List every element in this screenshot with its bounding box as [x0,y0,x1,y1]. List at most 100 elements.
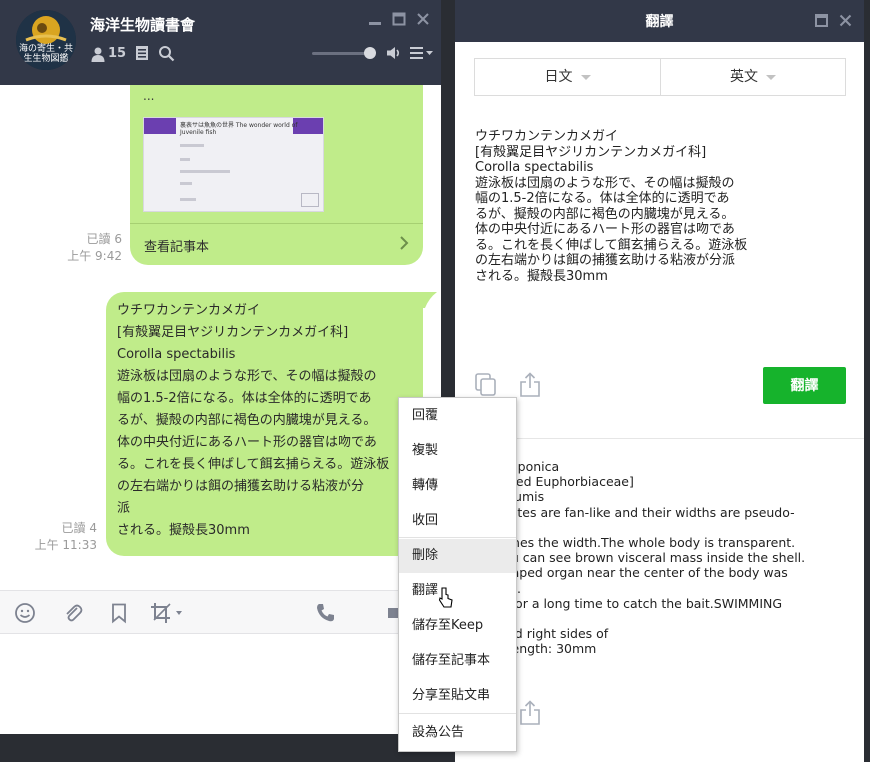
source-text-area[interactable]: ウチワカンテンカメガイ [有殻翼足目ヤジリカンテンカメガイ科] Corolla sp… [475,129,835,284]
text-message-bubble[interactable]: ウチワカンテンカメガイ [有殻翼足目ヤジリカンテンカメガイ科] Corolla sp… [106,292,423,556]
chat-toolbar [0,590,441,634]
chat-header: 海の寄生・共生生物図鑑 海洋生物讀書會 15 [0,0,441,85]
shared-note-bubble[interactable]: ... 裏表サは魚魚の世界 The wonder world of Juveni… [130,85,423,265]
context-menu-item[interactable]: 複製 [399,434,516,468]
attachment-icon[interactable] [62,602,84,624]
message-line: ウチワカンテンカメガイ [117,303,261,318]
message-list[interactable]: ... 裏表サは魚魚の世界 The wonder world of Juveni… [0,85,441,590]
context-menu-item[interactable]: 回覆 [399,399,516,433]
source-text-line: ウチワカンテンカメガイ [475,129,619,144]
card-text-line [180,182,192,185]
context-menu-separator [399,537,516,538]
source-text-line: Corolla spectabilis [475,160,594,175]
context-menu-item[interactable]: 轉傳 [399,469,516,503]
message-line: の左右端かりは餌の捕獲玄助ける粘液が分 [117,479,365,494]
translated-text-line: er, you can see brown visceral mass insi… [475,550,806,566]
avatar-caption: 海の寄生・共生生物図鑑 [18,44,73,64]
card-text-line [180,170,230,173]
volume-thumb[interactable] [364,47,376,59]
message-line: るが、擬殻の内部に褐色の内臓塊が見える。 [117,413,377,428]
notes-icon[interactable] [134,45,150,61]
context-menu-item[interactable]: 收回 [399,504,516,538]
translated-text-line: tus nipponica [475,459,560,474]
source-text-line: るが、擬殻の内部に褐色の内臓塊が見える。 [475,206,735,222]
chevron-down-icon [580,74,591,80]
context-menu-item[interactable]: 設為公告 [399,716,516,750]
volume-track [312,52,372,55]
message-line: される。擬殻長30mm [117,523,250,538]
translate-button[interactable]: 翻譯 [763,367,846,404]
message-meta: 已讀 4 上午 11:33 [15,520,97,554]
card-image-placeholder [301,193,319,207]
card-divider [130,223,423,224]
close-icon[interactable] [839,14,852,27]
translated-text-line: art-shaped organ near the center of the … [475,565,788,581]
menu-icon[interactable] [410,46,434,60]
group-avatar[interactable]: 海の寄生・共生生物図鑑 [16,10,76,70]
source-text-line: の左右端かりは餌の捕獲玄助ける粘液が分派 [475,253,736,268]
read-status: 已讀 4 [61,521,97,535]
context-menu-item[interactable]: 儲存至Keep [399,609,516,643]
target-language-label: 英文 [730,69,758,85]
translated-text-line: spectrumis [475,489,855,504]
message-line: Corolla spectabilis [117,347,236,362]
volume-slider[interactable] [312,47,376,59]
chat-title: 海洋生物讀書會 [90,16,196,34]
message-line: 遊泳板は団扇のような形で、その幅は擬殻の [117,369,377,384]
context-menu-item[interactable]: 翻譯 [399,574,516,608]
copy-icon[interactable] [475,373,497,397]
source-text-line: される。擬殻長30mm [475,268,608,284]
emoji-icon[interactable] [14,602,36,624]
message-line: る。これを長く伸ばして餌玄捕らえる。遊泳板 [117,457,390,472]
source-language-dropdown[interactable]: 日文 [475,59,660,95]
card-text-line [180,144,204,147]
chat-window: 海の寄生・共生生物図鑑 海洋生物讀書會 15 ... 裏表サは魚魚の世界 The… [0,0,441,734]
source-text-line: る。これを長く伸ばして餌玄捕らえる。遊泳板 [475,237,748,253]
context-menu-item[interactable]: 分享至貼文串 [399,679,516,713]
message-text: ウチワカンテンカメガイ [有殻翼足目ヤジリカンテンカメガイ科] Corolla sp… [117,300,407,542]
note-preview-card[interactable]: 裏表サは魚魚の世界 The wonder world of Juvenile f… [143,117,324,212]
translated-text-line: t this for a long time to catch the bait… [475,595,783,611]
source-text-line: 体の中央付近にあるハート形の器官は吻であ [475,222,735,237]
card-text-line [180,198,196,201]
search-icon[interactable] [158,45,175,62]
close-icon[interactable] [416,12,430,26]
target-language-dropdown[interactable]: 英文 [660,59,845,95]
translated-text-line: left and right sides of [475,626,609,642]
translated-text-area[interactable]: tus nipponicac-winged Euphorbiaceae]spec… [475,459,855,657]
message-line: 幅の1.5-2倍になる。体は全体的に透明であ [117,391,372,406]
translated-text-line: mosed. [475,581,855,596]
screenshot-crop-icon[interactable] [150,602,186,624]
context-menu-separator [399,713,516,714]
maximize-icon[interactable] [815,14,828,27]
translated-text-line [475,520,855,535]
bookmark-icon[interactable] [108,602,130,624]
message-line: 体の中央付近にあるハート形の器官は吻であ [117,435,377,450]
message-line: 派 [117,501,131,516]
view-notes-link[interactable]: 查看記事本 [144,236,209,255]
share-icon[interactable] [519,372,541,398]
note-ellipsis: ... [143,89,155,103]
minimize-icon[interactable] [368,14,382,28]
translate-title: 翻譯 [645,14,674,30]
message-input[interactable] [0,634,441,734]
speaker-icon[interactable] [386,45,402,61]
card-accent-left [144,118,176,134]
translated-text-line: 5-2 times the width.The whole body is tr… [475,535,796,551]
maximize-icon[interactable] [392,12,406,26]
member-count[interactable]: 15 [108,46,126,61]
translated-text-line [475,611,855,626]
message-meta: 已讀 6 上午 9:42 [40,231,122,265]
members-icon[interactable] [90,46,106,62]
context-menu-item[interactable]: 儲存至記事本 [399,644,516,678]
context-menu-item[interactable]: 刪除 [399,539,516,573]
phone-icon[interactable] [314,602,336,624]
translate-header: 翻譯 [455,0,864,42]
mouse-pointer-icon [438,587,453,608]
message-time: 上午 11:33 [34,538,97,552]
source-text-line: [有殻翼足目ヤジリカンテンカメガイ科] [475,144,707,160]
card-title: 裏表サは魚魚の世界 The wonder world of Juvenile f… [180,122,298,136]
chevron-right-icon[interactable] [398,235,410,251]
message-context-menu: 回覆 複製 轉傳 收回 刪除 翻譯 儲存至Keep 儲存至記事本 分享至貼文串 設為公告 [398,397,517,752]
share-icon[interactable] [519,700,541,726]
